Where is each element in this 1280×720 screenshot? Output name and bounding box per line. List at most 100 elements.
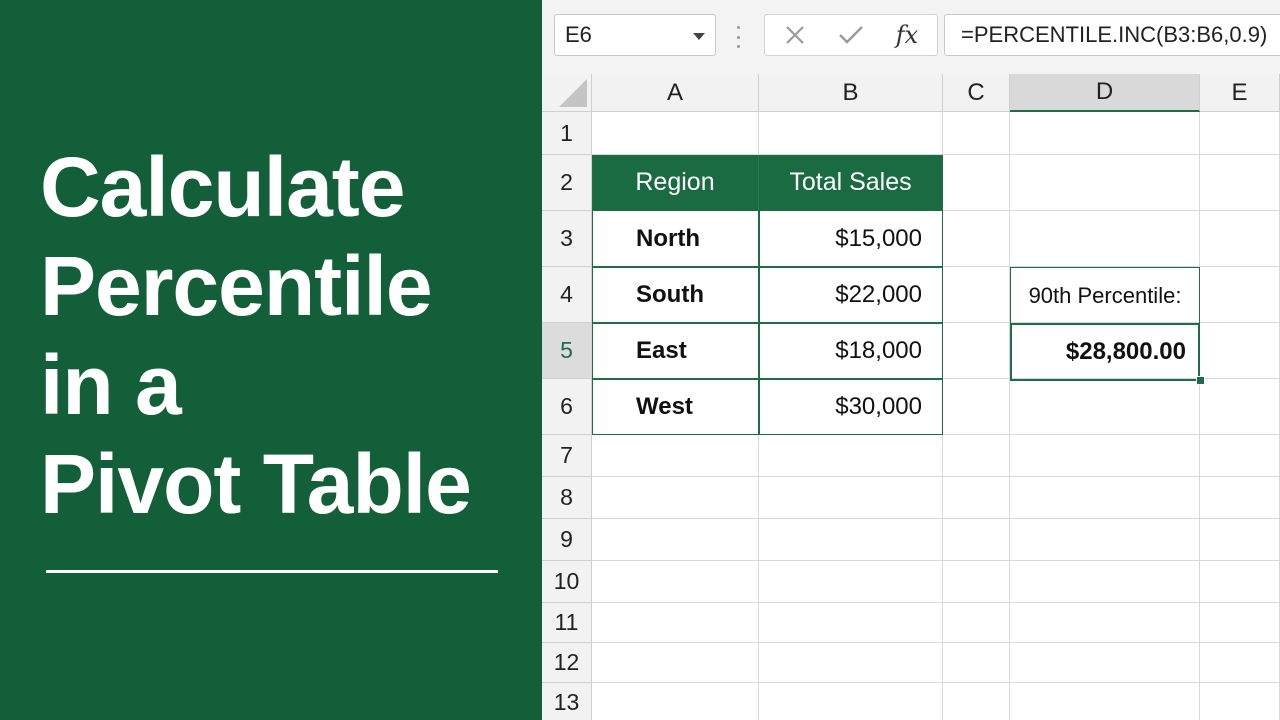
column-header-b[interactable]: B bbox=[759, 74, 943, 112]
row-header-5[interactable]: 5 bbox=[542, 323, 592, 379]
grid-cell[interactable] bbox=[1010, 683, 1200, 720]
grid-cell[interactable] bbox=[1010, 561, 1200, 603]
cell-b4[interactable]: $22,000 bbox=[759, 267, 943, 323]
grid-cell[interactable] bbox=[943, 683, 1010, 720]
table-header-total-sales[interactable]: Total Sales bbox=[759, 155, 943, 211]
grid-cell[interactable] bbox=[943, 323, 1010, 379]
grid-cell[interactable] bbox=[759, 112, 943, 155]
column-header-c[interactable]: C bbox=[943, 74, 1010, 112]
grid-cell[interactable] bbox=[592, 643, 759, 683]
grid-cell[interactable] bbox=[1200, 435, 1280, 477]
row-header-6[interactable]: 6 bbox=[542, 379, 592, 435]
row-header-1[interactable]: 1 bbox=[542, 112, 592, 155]
insert-function-button[interactable]: fx bbox=[879, 15, 935, 55]
grid-cell[interactable] bbox=[1200, 477, 1280, 519]
grid-cell[interactable] bbox=[1200, 519, 1280, 561]
grid-cell[interactable] bbox=[943, 477, 1010, 519]
grid-cell[interactable] bbox=[592, 477, 759, 519]
select-all-button[interactable] bbox=[542, 74, 592, 112]
column-header-d[interactable]: D bbox=[1010, 74, 1200, 112]
grid-cell[interactable] bbox=[1200, 112, 1280, 155]
grid-cell[interactable] bbox=[759, 683, 943, 720]
row-header-13[interactable]: 13 bbox=[542, 683, 592, 720]
grid-cell[interactable] bbox=[759, 603, 943, 643]
grid-cell[interactable] bbox=[592, 519, 759, 561]
row-header-10[interactable]: 10 bbox=[542, 561, 592, 603]
row-header-2[interactable]: 2 bbox=[542, 155, 592, 211]
grid-cell[interactable] bbox=[1200, 683, 1280, 720]
title-panel: Calculate Percentile in a Pivot Table bbox=[0, 0, 542, 720]
grid-cell[interactable] bbox=[759, 561, 943, 603]
grid-cell[interactable] bbox=[943, 435, 1010, 477]
column-header-a[interactable]: A bbox=[592, 74, 759, 112]
grid-cell[interactable] bbox=[1010, 112, 1200, 155]
formula-buttons: fx bbox=[764, 14, 938, 56]
grid-cell[interactable] bbox=[943, 643, 1010, 683]
grid-cell[interactable] bbox=[1200, 379, 1280, 435]
grid-cell[interactable] bbox=[943, 112, 1010, 155]
grid-cell[interactable] bbox=[592, 683, 759, 720]
spreadsheet-window: E6 fx =PERCENTILE.INC(B3:B6,0.9) A B C D… bbox=[542, 0, 1280, 720]
grid-cell[interactable] bbox=[1200, 211, 1280, 267]
cell-b6[interactable]: $30,000 bbox=[759, 379, 943, 435]
grid-cell[interactable] bbox=[1010, 435, 1200, 477]
grid-cell[interactable] bbox=[1010, 603, 1200, 643]
column-header-e[interactable]: E bbox=[1200, 74, 1280, 112]
formula-input[interactable]: =PERCENTILE.INC(B3:B6,0.9) bbox=[944, 14, 1280, 56]
grid-cell[interactable] bbox=[1200, 155, 1280, 211]
grid-cell[interactable] bbox=[943, 379, 1010, 435]
row-header-4[interactable]: 4 bbox=[542, 267, 592, 323]
grid-cell[interactable] bbox=[759, 519, 943, 561]
cell-a3[interactable]: North bbox=[592, 211, 759, 267]
grid-cell[interactable] bbox=[1200, 603, 1280, 643]
row-header-12[interactable]: 12 bbox=[542, 643, 592, 683]
cell-a6[interactable]: West bbox=[592, 379, 759, 435]
grid-cell[interactable] bbox=[943, 603, 1010, 643]
grid-cell[interactable] bbox=[592, 435, 759, 477]
grid-cell[interactable] bbox=[943, 211, 1010, 267]
grid-cell[interactable] bbox=[1200, 267, 1280, 323]
title-line-3: in a bbox=[40, 338, 182, 432]
table-divider bbox=[592, 266, 943, 268]
percentile-label-cell[interactable]: 90th Percentile: bbox=[1010, 267, 1200, 324]
grid-cell[interactable] bbox=[1010, 519, 1200, 561]
row-header-3[interactable]: 3 bbox=[542, 211, 592, 267]
grid-cell[interactable] bbox=[1010, 477, 1200, 519]
grid-cell[interactable] bbox=[943, 155, 1010, 211]
grid-cell[interactable] bbox=[759, 435, 943, 477]
table-header-region[interactable]: Region bbox=[592, 155, 759, 211]
grid-cell[interactable] bbox=[1010, 211, 1200, 267]
fill-handle[interactable] bbox=[1196, 376, 1205, 385]
grid-cell[interactable] bbox=[1010, 643, 1200, 683]
cell-a5[interactable]: East bbox=[592, 323, 759, 379]
table-divider bbox=[592, 378, 943, 380]
cell-b3[interactable]: $15,000 bbox=[759, 211, 943, 267]
grid-cell[interactable] bbox=[592, 603, 759, 643]
grid-cell[interactable] bbox=[592, 561, 759, 603]
grid-cell[interactable] bbox=[1010, 379, 1200, 435]
name-box[interactable]: E6 bbox=[554, 14, 716, 56]
cell-b5[interactable]: $18,000 bbox=[759, 323, 943, 379]
row-header-7[interactable]: 7 bbox=[542, 435, 592, 477]
name-box-value: E6 bbox=[565, 22, 592, 47]
chevron-down-icon[interactable] bbox=[693, 33, 705, 40]
grid-cell[interactable] bbox=[1010, 155, 1200, 211]
more-options-icon[interactable] bbox=[736, 26, 740, 48]
formula-bar: E6 fx =PERCENTILE.INC(B3:B6,0.9) bbox=[542, 0, 1280, 75]
grid-cell[interactable] bbox=[759, 643, 943, 683]
check-icon[interactable] bbox=[823, 15, 879, 55]
grid-cell[interactable] bbox=[1200, 643, 1280, 683]
row-header-8[interactable]: 8 bbox=[542, 477, 592, 519]
grid-cell[interactable] bbox=[943, 519, 1010, 561]
row-header-9[interactable]: 9 bbox=[542, 519, 592, 561]
grid-cell[interactable] bbox=[1200, 323, 1280, 379]
percentile-value-cell[interactable]: $28,800.00 bbox=[1010, 323, 1200, 381]
grid-cell[interactable] bbox=[943, 561, 1010, 603]
grid-cell[interactable] bbox=[1200, 561, 1280, 603]
row-header-11[interactable]: 11 bbox=[542, 603, 592, 643]
close-icon[interactable] bbox=[767, 15, 823, 55]
grid-cell[interactable] bbox=[759, 477, 943, 519]
grid-cell[interactable] bbox=[592, 112, 759, 155]
cell-a4[interactable]: South bbox=[592, 267, 759, 323]
grid-cell[interactable] bbox=[943, 267, 1010, 323]
